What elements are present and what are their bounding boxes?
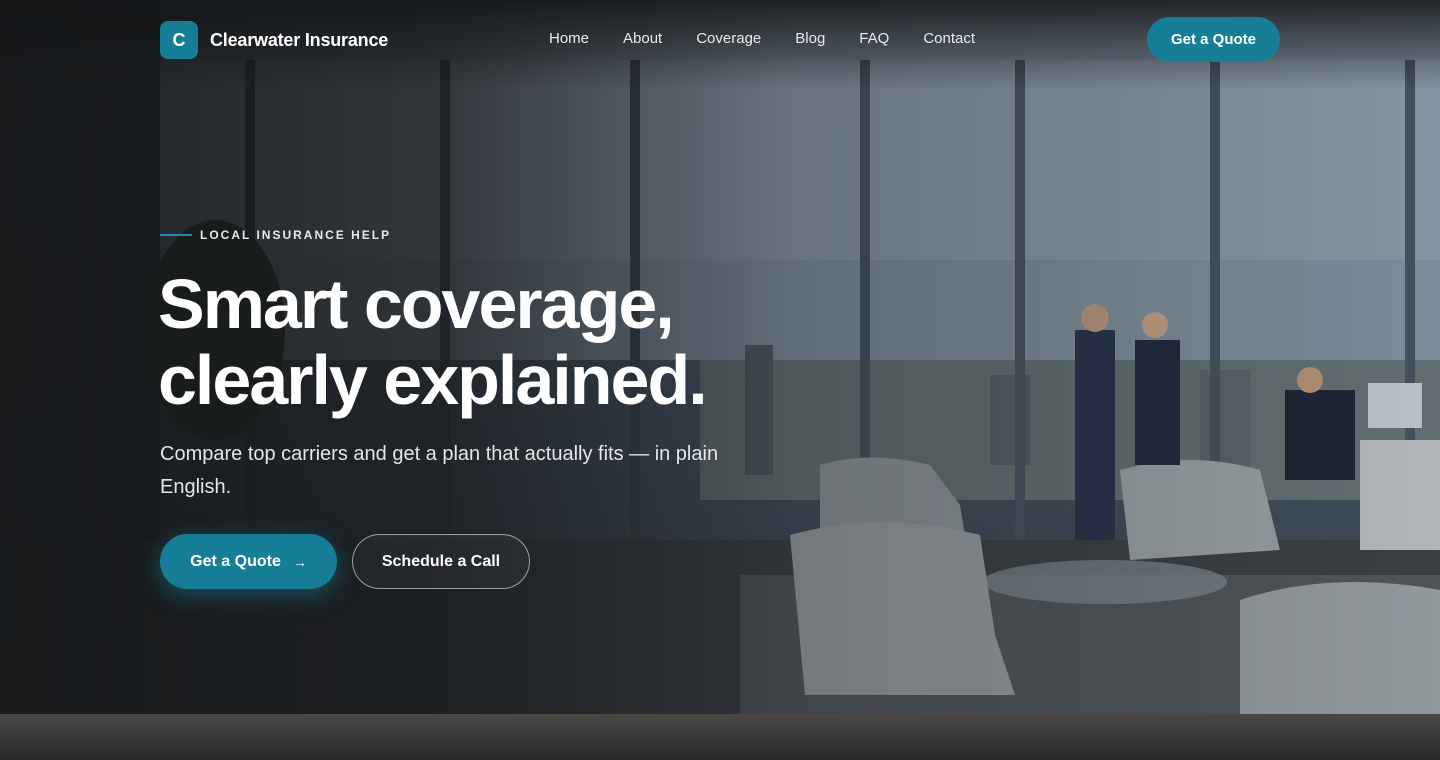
brand-name: Clearwater Insurance [210,29,389,50]
hero-get-quote-label: Get a Quote [190,552,281,570]
hero-subtext: Compare top carriers and get a plan that… [160,443,719,498]
nav-about[interactable]: About [623,30,662,47]
nav-faq[interactable]: FAQ [859,30,889,47]
headline-line-1: Smart coverage, [158,265,675,343]
headline-line-2: clearly explained. [158,341,708,419]
main-nav: Home About Coverage Blog FAQ Contact [549,30,975,47]
hero-eyebrow: LOCAL INSURANCE HELP [160,228,391,242]
arrow-right-icon: → [292,553,307,570]
nav-home[interactable]: Home [549,30,589,47]
logo-icon: C [160,21,198,59]
hero-headline: Smart coverage, clearly explained. [158,266,798,418]
eyebrow-line [160,234,192,236]
next-section-edge [0,714,1440,760]
site-header: C Clearwater Insurance Home About Covera… [0,0,1440,80]
header-get-quote-button[interactable]: Get a Quote [1147,17,1280,62]
brand-logo[interactable]: C Clearwater Insurance [160,21,388,59]
eyebrow-text: LOCAL INSURANCE HELP [200,228,392,242]
nav-blog[interactable]: Blog [795,30,825,47]
nav-contact[interactable]: Contact [923,30,975,47]
nav-coverage[interactable]: Coverage [696,30,761,47]
schedule-call-button[interactable]: Schedule a Call [352,534,530,589]
hero-get-quote-button[interactable]: Get a Quote → [160,534,337,589]
